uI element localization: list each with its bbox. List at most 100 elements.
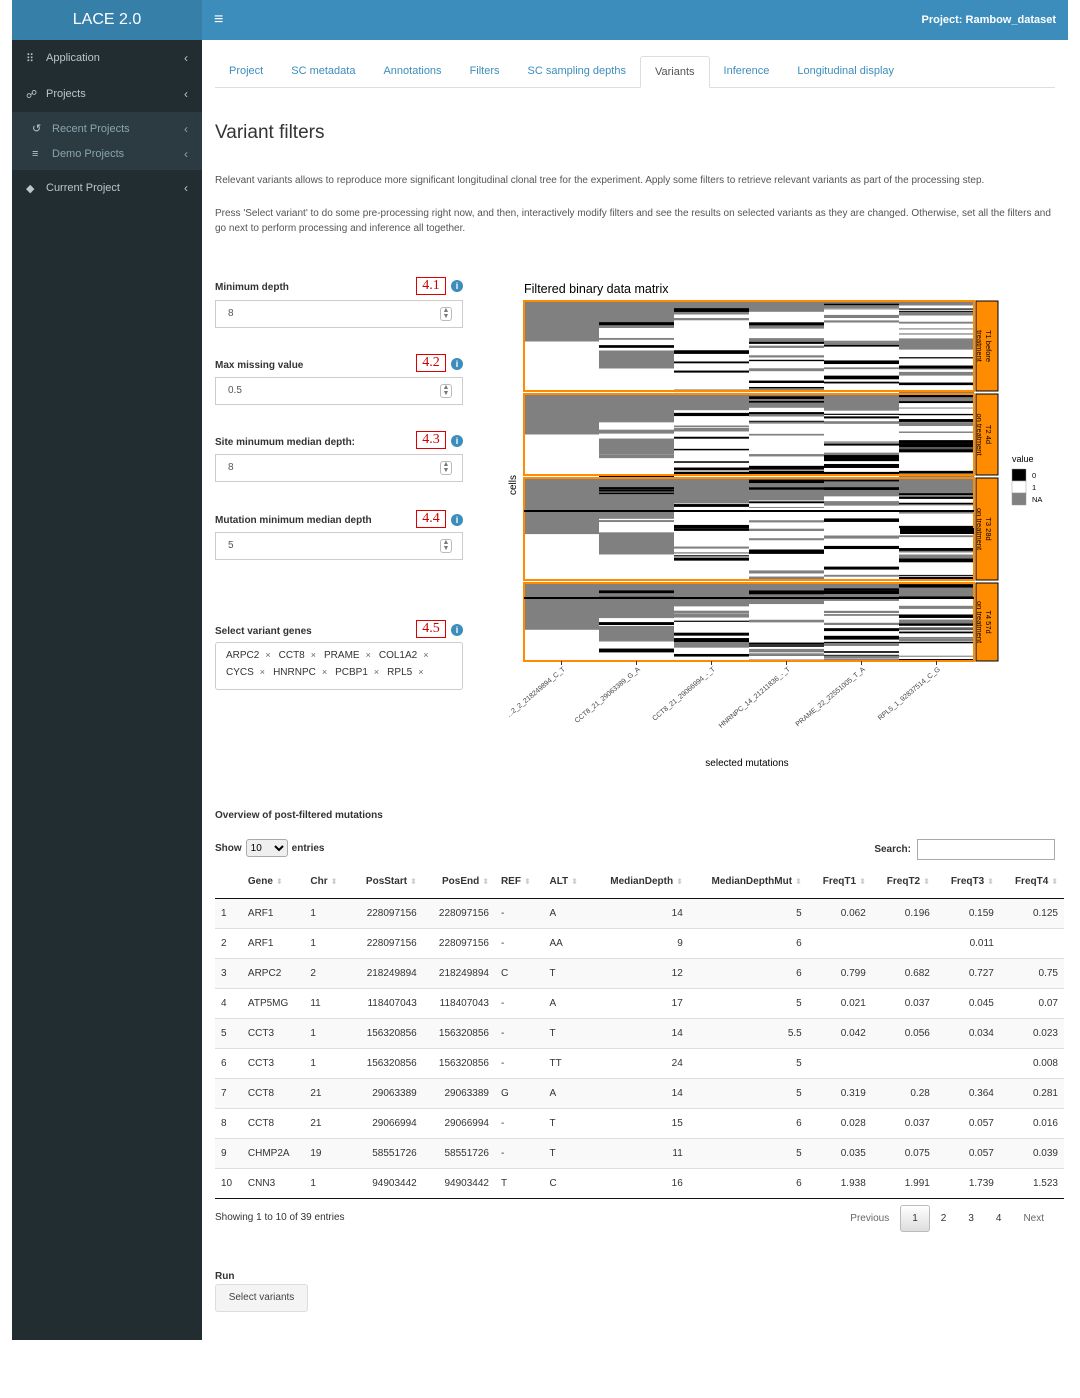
matrix-cell-stripe <box>674 638 749 642</box>
tab-sc-sampling-depths[interactable]: SC sampling depths <box>514 56 640 88</box>
info-icon[interactable]: i <box>451 358 463 370</box>
sidebar-item-application[interactable]: ⠿ Application ‹ <box>12 40 202 76</box>
gene-chip[interactable]: PCBP1 × <box>335 667 379 678</box>
table-row[interactable]: 9 CHMP2A 19 58551726 58551726- T 11 5 0.035 0.075… <box>215 1137 1064 1168</box>
matrix-cell-stripe <box>749 412 824 415</box>
gene-chip[interactable]: ARPC2 × <box>226 650 271 661</box>
tab-annotations[interactable]: Annotations <box>369 56 455 88</box>
matrix-cell-stripe <box>749 355 824 358</box>
table-cell: 9 <box>590 927 689 958</box>
mutation-median-depth-input[interactable]: 5 ▲ ▼ <box>215 532 463 560</box>
matrix-cell-stripe <box>599 429 674 434</box>
column-header[interactable]: Chr ⬍ <box>304 866 350 899</box>
sidebar-item-current-project[interactable]: ◆ Current Project ‹ <box>12 170 202 206</box>
remove-chip-icon[interactable]: × <box>322 667 327 677</box>
remove-chip-icon[interactable]: × <box>366 650 371 660</box>
matrix-cell-stripe <box>824 651 899 653</box>
tab-sc-metadata[interactable]: SC metadata <box>277 56 369 88</box>
table-row[interactable]: 7 CCT8 21 29063389 29063389 G A 14 5 0.319 0.28 0.3… <box>215 1077 1064 1108</box>
table-row[interactable]: 8 CCT8 21 29066994 29066994- T 15 6 0.028 0.037 0.… <box>215 1107 1064 1138</box>
table-row[interactable]: 1 ARF1 1 228097156 228097156- A 14 5 0.062 0.196 0… <box>215 897 1064 928</box>
stepper-icon[interactable]: ▲ ▼ <box>440 307 452 321</box>
matrix-cell-stripe <box>824 628 899 632</box>
table-cell: 0.75 <box>999 957 1064 988</box>
tab-project[interactable]: Project <box>215 56 277 88</box>
stepper-icon[interactable]: ▲ ▼ <box>440 384 452 398</box>
na-cell-band <box>599 350 674 369</box>
select-variants-button[interactable]: Select variants <box>215 1284 308 1312</box>
page-button[interactable]: 1 <box>900 1205 930 1232</box>
column-header[interactable]: FreqT3 ⬍ <box>935 866 1000 899</box>
remove-chip-icon[interactable]: × <box>311 650 316 660</box>
column-header[interactable]: ALT ⬍ <box>543 866 591 899</box>
table-cell: 0.008 <box>999 1047 1064 1078</box>
page-button[interactable]: 3 <box>957 1206 985 1231</box>
min-depth-input[interactable]: 8 ▲ ▼ <box>215 300 463 328</box>
previous-page-button[interactable]: Previous <box>839 1206 900 1231</box>
table-cell: 1 <box>304 1047 350 1078</box>
table-row[interactable]: 10 CNN3 1 94903442 94903442 T C 16 6 1.938 1.991 1.… <box>215 1167 1064 1199</box>
info-icon[interactable]: i <box>451 624 463 636</box>
stepper-icon[interactable]: ▲ ▼ <box>440 461 452 475</box>
matrix-cell-stripe <box>824 405 899 408</box>
gene-chip[interactable]: PRAME × <box>324 650 371 661</box>
matrix-cell-stripe <box>900 528 974 534</box>
remove-chip-icon[interactable]: × <box>423 650 428 660</box>
gene-chip[interactable]: CYCS × <box>226 667 265 678</box>
remove-chip-icon[interactable]: × <box>265 650 270 660</box>
sidebar-item-demo-projects[interactable]: ≡ Demo Projects ‹ <box>12 141 202 166</box>
info-icon[interactable]: i <box>451 280 463 292</box>
search-input[interactable] <box>917 839 1055 860</box>
column-header[interactable]: Gene ⬍ <box>241 866 305 899</box>
column-header[interactable]: PosEnd ⬍ <box>422 866 495 899</box>
gene-chip[interactable]: RPL5 × <box>387 667 423 678</box>
site-median-depth-input[interactable]: 8 ▲ ▼ <box>215 454 463 482</box>
table-row[interactable]: 3 ARPC2 2 218249894 218249894 C T 12 6 0.799 0.682… <box>215 957 1064 988</box>
matrix-cell-stripe <box>674 318 749 321</box>
min-depth-value: 8 <box>228 308 234 319</box>
gene-chip[interactable]: CCT8 × <box>279 650 316 661</box>
x-tick-label: ...2_2_218249894_C_T <box>506 666 567 719</box>
column-header[interactable]: PosStart ⬍ <box>349 866 423 899</box>
next-page-button[interactable]: Next <box>1012 1206 1055 1231</box>
sidebar-item-projects[interactable]: ☍ Projects ‹ <box>12 76 202 112</box>
app-logo[interactable]: LACE 2.0 <box>12 0 202 40</box>
tab-filters[interactable]: Filters <box>456 56 514 88</box>
mutation-median-depth-value: 5 <box>228 540 234 551</box>
table-row[interactable]: 5 CCT3 1 156320856 156320856- T 14 5.5 0.042 0.05… <box>215 1017 1064 1048</box>
max-missing-input[interactable]: 0.5 ▲ ▼ <box>215 377 463 405</box>
info-icon[interactable]: i <box>451 514 463 526</box>
gene-chip[interactable]: COL1A2 × <box>379 650 429 661</box>
sidebar-item-recent-projects[interactable]: ↺ Recent Projects ‹ <box>12 116 202 141</box>
gene-chip[interactable]: HNRNPC × <box>273 667 327 678</box>
page-button[interactable]: 2 <box>930 1206 958 1231</box>
page-length-select[interactable]: 10 <box>245 839 288 857</box>
table-cell: 0.062 <box>807 897 872 928</box>
remove-chip-icon[interactable]: × <box>260 667 265 677</box>
sort-icon: ⬍ <box>923 877 930 887</box>
matrix-cell-stripe <box>674 412 749 417</box>
hamburger-menu-icon[interactable]: ≡ <box>214 11 223 29</box>
stepper-icon[interactable]: ▲ ▼ <box>440 539 452 553</box>
column-header[interactable]: FreqT4 ⬍ <box>999 866 1064 899</box>
tab-inference[interactable]: Inference <box>710 56 784 88</box>
table-row[interactable]: 4 ATP5MG 11 118407043 118407043- A 17 5 0.021 0.0… <box>215 987 1064 1018</box>
info-icon[interactable]: i <box>451 435 463 447</box>
column-header[interactable]: MedianDepth ⬍ <box>590 866 689 899</box>
tab-longitudinal-display[interactable]: Longitudinal display <box>783 56 908 88</box>
page-button[interactable]: 4 <box>985 1206 1013 1231</box>
table-row[interactable]: 2 ARF1 1 228097156 228097156- AA 9 6 0.011 <box>215 927 1064 958</box>
legend-label: 0 <box>1032 471 1036 480</box>
column-header[interactable]: REF ⬍ <box>494 866 544 899</box>
matrix-cell-stripe <box>749 359 824 362</box>
matrix-cell-stripe <box>599 487 674 490</box>
table-row[interactable]: 6 CCT3 1 156320856 156320856- TT 24 5 0.008 <box>215 1047 1064 1078</box>
column-header[interactable]: FreqT2 ⬍ <box>871 866 936 899</box>
tab-variants[interactable]: Variants <box>639 56 710 88</box>
min-depth-label: Minimum depth <box>215 282 289 293</box>
variant-genes-select[interactable]: ARPC2 × CCT8 × PRAME × COL1A2 × CYCS × HNRNPC × PCBP… <box>215 642 463 690</box>
remove-chip-icon[interactable]: × <box>374 667 379 677</box>
remove-chip-icon[interactable]: × <box>418 667 423 677</box>
column-header[interactable]: MedianDepthMut ⬍ <box>688 866 808 899</box>
column-header[interactable]: FreqT1 ⬍ <box>807 866 872 899</box>
